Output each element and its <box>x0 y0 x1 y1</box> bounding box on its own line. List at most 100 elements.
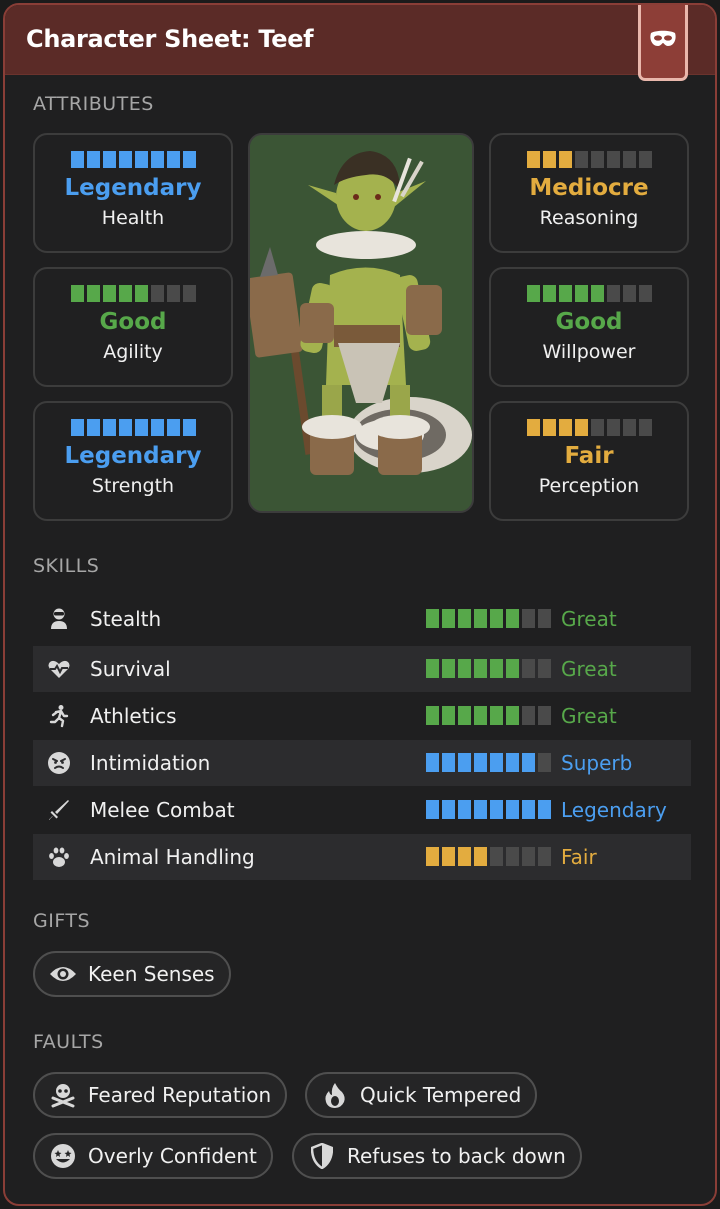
rating-pip-filled <box>506 609 519 628</box>
rating-pip-filled <box>182 151 196 168</box>
rating-pip-empty <box>182 285 196 302</box>
rating-pip-filled <box>70 285 84 302</box>
rating-pip-filled <box>426 706 439 725</box>
rating-pip-filled <box>474 800 487 819</box>
shield-icon <box>307 1141 337 1171</box>
rating-pip-filled <box>134 419 148 436</box>
attribute-card-health[interactable]: Legendary Health <box>33 133 233 253</box>
goblin-portrait <box>250 135 472 511</box>
attribute-card-strength[interactable]: Legendary Strength <box>33 401 233 521</box>
rating-pip-filled <box>474 659 487 678</box>
skill-row-melee-combat[interactable]: Melee Combat Legendary <box>33 787 691 833</box>
chip-label: Overly Confident <box>88 1144 257 1168</box>
sword-icon <box>49 800 69 820</box>
faults-heading: FAULTS <box>33 1031 104 1053</box>
rating-pip-filled <box>426 800 439 819</box>
skill-name: Stealth <box>90 607 162 631</box>
rating-pip-filled <box>458 800 471 819</box>
rating-pip-filled <box>526 151 540 168</box>
rating-pip-filled <box>442 800 455 819</box>
attribute-name: Perception <box>538 475 640 497</box>
attribute-card-agility[interactable]: Good Agility <box>33 267 233 387</box>
skill-row-animal-handling[interactable]: Animal Handling Fair <box>33 834 691 880</box>
skill-row-stealth[interactable]: Stealth Great <box>33 596 691 642</box>
rating-pip-filled <box>590 285 604 302</box>
running-icon <box>49 705 69 728</box>
rating-pip-empty <box>606 419 620 436</box>
sheet-header: Character Sheet: Teef <box>5 5 715 81</box>
skill-row-athletics[interactable]: Athletics Great <box>33 693 691 739</box>
skill-row-intimidation[interactable]: Intimidation Superb <box>33 740 691 786</box>
rating-pip-empty <box>590 419 604 436</box>
rating-pip-filled <box>526 419 540 436</box>
skill-rating: Great <box>561 704 617 728</box>
gift-chip-keen-senses[interactable]: Keen Senses <box>33 951 231 997</box>
rating-pip-filled <box>506 800 519 819</box>
rating-pip-filled <box>86 419 100 436</box>
rating-pip-filled <box>490 800 503 819</box>
rating-pip-filled <box>442 659 455 678</box>
skill-rating: Fair <box>561 845 597 869</box>
rating-pip-empty <box>522 847 535 866</box>
fault-chip-feared-reputation[interactable]: Feared Reputation <box>33 1072 288 1118</box>
rating-pips <box>35 151 231 168</box>
rating-pip-filled <box>522 800 535 819</box>
attribute-name: Agility <box>103 341 163 363</box>
rating-pip-filled <box>442 706 455 725</box>
skull-crossbones-icon <box>48 1080 78 1110</box>
rating-pip-empty <box>150 285 164 302</box>
fault-chip-overly-confident[interactable]: Overly Confident <box>33 1133 273 1179</box>
chip-label: Keen Senses <box>88 962 215 986</box>
eye-icon <box>48 959 78 989</box>
attribute-card-perception[interactable]: Fair Perception <box>489 401 689 521</box>
attribute-rating: Legendary <box>64 175 202 201</box>
rating-pips <box>35 419 231 436</box>
rating-pip-filled <box>118 151 132 168</box>
rating-pip-empty <box>166 285 180 302</box>
attribute-name: Health <box>101 207 165 229</box>
rating-pip-empty <box>638 151 652 168</box>
ninja-icon <box>51 608 67 629</box>
attribute-rating: Fair <box>564 443 614 469</box>
chip-label: Refuses to back down <box>347 1144 566 1168</box>
rating-pip-filled <box>522 753 535 772</box>
attribute-name: Willpower <box>542 341 636 363</box>
skill-row-survival[interactable]: Survival Great <box>33 646 691 692</box>
rating-pip-filled <box>490 659 503 678</box>
attribute-card-willpower[interactable]: Good Willpower <box>489 267 689 387</box>
rating-pip-filled <box>490 753 503 772</box>
fire-icon <box>320 1080 350 1110</box>
rating-pip-filled <box>542 285 556 302</box>
rating-pip-filled <box>506 753 519 772</box>
page-title: Character Sheet: Teef <box>26 25 314 53</box>
rating-pip-filled <box>118 285 132 302</box>
rating-pip-filled <box>442 847 455 866</box>
attributes-heading: ATTRIBUTES <box>33 93 154 115</box>
rating-pip-filled <box>474 609 487 628</box>
skills-heading: SKILLS <box>33 555 100 577</box>
rating-pip-filled <box>474 706 487 725</box>
fault-chip-quick-tempered[interactable]: Quick Tempered <box>305 1072 538 1118</box>
heartbeat-icon <box>48 660 70 678</box>
rating-pip-filled <box>542 151 556 168</box>
rating-pip-filled <box>426 753 439 772</box>
rating-pip-empty <box>606 285 620 302</box>
rating-pip-empty <box>622 285 636 302</box>
attribute-rating: Mediocre <box>529 175 649 201</box>
rating-pip-empty <box>590 151 604 168</box>
rating-pip-empty <box>538 609 551 628</box>
rating-pips <box>426 753 551 772</box>
attribute-card-reasoning[interactable]: Mediocre Reasoning <box>489 133 689 253</box>
rating-pip-filled <box>526 285 540 302</box>
rating-pip-filled <box>558 285 572 302</box>
rating-pip-filled <box>102 285 116 302</box>
grin-stars-icon <box>48 1141 78 1171</box>
attribute-rating: Good <box>555 309 623 335</box>
fault-chip-refuses-to-back-down[interactable]: Refuses to back down <box>292 1133 582 1179</box>
rating-pip-empty <box>574 151 588 168</box>
character-portrait <box>248 133 474 513</box>
mask-icon[interactable] <box>638 5 688 81</box>
rating-pip-empty <box>522 706 535 725</box>
rating-pip-filled <box>134 285 148 302</box>
rating-pip-filled <box>458 847 471 866</box>
